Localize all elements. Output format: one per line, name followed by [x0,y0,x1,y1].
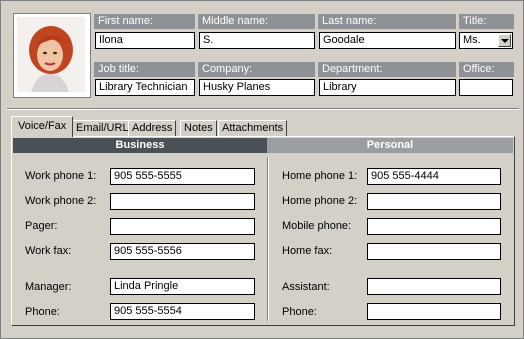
home-phone-2-label: Home phone 2: [282,195,358,207]
middle-name-label: Middle name: [198,14,315,29]
work-phone-1-label: Work phone 1: [25,170,97,182]
work-phone-1-input[interactable]: 905 555-5555 [110,168,255,185]
first-name-label: First name: [94,14,195,29]
home-phone-1-input[interactable]: 905 555-4444 [367,168,501,185]
tab-email-url[interactable]: Email/URL [72,120,133,136]
department-label: Department: [318,62,456,77]
home-phone-1-label: Home phone 1: [282,170,358,182]
title-select[interactable]: Ms. [459,32,513,49]
office-label: Office: [459,62,514,77]
department-input[interactable]: Library [319,79,456,96]
personal-phone-label: Phone: [282,306,317,318]
assistant-label: Assistant: [282,281,330,293]
header-divider [7,108,519,110]
business-section-title: Business [13,138,267,153]
work-fax-input[interactable]: 905 555-5556 [110,243,255,260]
work-fax-label: Work fax: [25,245,72,257]
section-divider [267,157,269,321]
manager-input[interactable]: Linda Pringle [110,278,255,295]
contact-window: First name: Middle name: Last name: Titl… [0,0,524,339]
tab-address[interactable]: Address [128,120,177,136]
personal-phone-input[interactable] [367,303,501,320]
business-phone-input[interactable]: 905 555-5554 [110,303,255,320]
office-input[interactable] [459,79,513,96]
last-name-label: Last name: [318,14,456,29]
business-phone-label: Phone: [25,306,60,318]
first-name-input[interactable]: Ilona [95,32,195,49]
pager-label: Pager: [25,220,58,232]
work-phone-2-input[interactable] [110,193,255,210]
mobile-phone-input[interactable] [367,218,501,235]
company-input[interactable]: Husky Planes [199,79,315,96]
company-label: Company: [198,62,315,77]
last-name-input[interactable]: Goodale [319,32,456,49]
manager-label: Manager: [25,281,72,293]
home-fax-input[interactable] [367,243,501,260]
tab-attachments[interactable]: Attachments [218,120,288,136]
home-phone-2-input[interactable] [367,193,501,210]
contact-photo[interactable] [13,13,91,98]
assistant-input[interactable] [367,278,501,295]
job-title-label: Job title: [94,62,195,77]
pager-input[interactable] [110,218,255,235]
personal-section-title: Personal [267,138,513,153]
title-value: Ms. [463,34,481,46]
middle-name-input[interactable]: S. [199,32,315,49]
mobile-phone-label: Mobile phone: [282,220,352,232]
chevron-down-icon[interactable] [498,34,511,47]
tab-voice-fax[interactable]: Voice/Fax [11,116,74,137]
work-phone-2-label: Work phone 2: [25,195,97,207]
title-label: Title: [459,14,514,29]
home-fax-label: Home fax: [282,245,333,257]
job-title-input[interactable]: Library Technician [95,79,195,96]
tab-notes[interactable]: Notes [180,120,217,136]
